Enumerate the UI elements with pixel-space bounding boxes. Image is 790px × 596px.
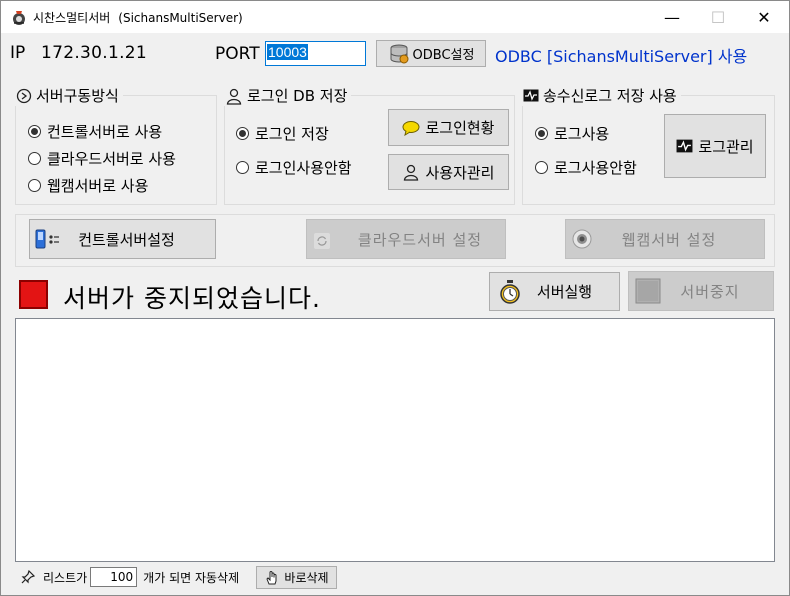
radio-login-off[interactable]: 로그인사용안함 bbox=[236, 157, 352, 178]
server-mode-title: 서버구동방식 bbox=[12, 85, 123, 106]
speech-bubble-icon bbox=[402, 120, 420, 136]
webcam-server-settings-button[interactable]: 웹캠서버 설정 bbox=[565, 219, 765, 259]
login-status-button[interactable]: 로그인현황 bbox=[388, 109, 509, 146]
window-title-main: 시찬스멀티서버 bbox=[33, 11, 111, 25]
comm-log-title: 송수신로그 저장 사용 bbox=[519, 85, 681, 106]
stopwatch-icon bbox=[500, 280, 520, 304]
control-server-settings-button[interactable]: 컨트롤서버설정 bbox=[29, 219, 216, 259]
window-title: 시찬스멀티서버 (SichansMultiServer) bbox=[33, 9, 243, 26]
radio-login-save[interactable]: 로그인 저장 bbox=[236, 123, 329, 144]
refresh-icon bbox=[314, 233, 330, 249]
radio-log-use-dot[interactable] bbox=[535, 127, 548, 140]
auto-delete-count-input[interactable]: 100 bbox=[90, 567, 138, 587]
radio-cloud-server[interactable]: 클라우드서버로 사용 bbox=[28, 148, 176, 169]
pin-icon bbox=[21, 570, 35, 584]
port-input[interactable]: 10003 bbox=[265, 41, 366, 66]
hand-icon bbox=[266, 570, 277, 584]
log-management-label: 로그관리 bbox=[698, 137, 754, 156]
radio-login-off-label: 로그인사용안함 bbox=[255, 159, 352, 177]
minimize-button[interactable]: — bbox=[649, 1, 695, 33]
login-status-label: 로그인현황 bbox=[425, 119, 495, 137]
radio-login-save-label: 로그인 저장 bbox=[255, 125, 329, 143]
app-icon bbox=[13, 11, 25, 25]
play-circle-icon bbox=[16, 88, 32, 103]
footer-row: 리스트가 100 개가 되면 자동삭제 bbox=[21, 567, 239, 587]
port-value: 10003 bbox=[267, 44, 308, 60]
control-server-settings-label: 컨트롤서버설정 bbox=[78, 230, 175, 249]
odbc-info: ODBC [SichansMultiServer] 사용 bbox=[495, 47, 748, 66]
user-management-button[interactable]: 사용자관리 bbox=[388, 154, 509, 190]
radio-login-off-dot[interactable] bbox=[236, 161, 249, 174]
odbc-settings-label: ODBC설정 bbox=[412, 48, 475, 63]
footer-suffix: 개가 되면 자동삭제 bbox=[143, 570, 240, 585]
cloud-server-settings-label: 클라우드서버 설정 bbox=[357, 230, 483, 249]
server-stop-button[interactable]: 서버중지 bbox=[628, 271, 774, 311]
user-icon bbox=[404, 164, 419, 181]
log-management-button[interactable]: 로그관리 bbox=[664, 114, 766, 178]
server-mode-group: 서버구동방식 컨트롤서버로 사용 클라우드서버로 사용 웹캠서버로 사용 bbox=[12, 85, 217, 205]
radio-webcam-server-label: 웹캠서버로 사용 bbox=[47, 177, 149, 195]
radio-webcam-server[interactable]: 웹캠서버로 사용 bbox=[28, 175, 148, 196]
ip-label: IP bbox=[10, 43, 26, 63]
radio-webcam-server-dot[interactable] bbox=[28, 179, 41, 192]
server-run-button[interactable]: 서버실행 bbox=[489, 272, 620, 311]
status-text: 서버가 중지되었습니다. bbox=[63, 284, 321, 313]
radio-control-server-label: 컨트롤서버로 사용 bbox=[47, 123, 163, 141]
status-indicator bbox=[19, 280, 48, 309]
stop-icon bbox=[635, 278, 661, 304]
comm-log-title-text: 송수신로그 저장 사용 bbox=[543, 87, 677, 105]
database-icon bbox=[390, 44, 409, 63]
radio-log-use-label: 로그사용 bbox=[554, 125, 610, 143]
footer-prefix: 리스트가 bbox=[43, 570, 88, 585]
login-db-title: 로그인 DB 저장 bbox=[221, 85, 352, 106]
window-title-sub: (SichansMultiServer) bbox=[118, 11, 243, 25]
remote-control-icon bbox=[35, 229, 59, 249]
login-db-title-text: 로그인 DB 저장 bbox=[247, 87, 348, 105]
radio-control-server-dot[interactable] bbox=[28, 125, 41, 138]
webcam-server-settings-label: 웹캠서버 설정 bbox=[621, 230, 717, 249]
comm-log-group: 송수신로그 저장 사용 로그사용 로그사용안함 로그관리 bbox=[519, 85, 775, 205]
radio-log-off-dot[interactable] bbox=[535, 161, 548, 174]
delete-now-button[interactable]: 바로삭제 bbox=[256, 566, 337, 589]
user-management-label: 사용자관리 bbox=[425, 163, 495, 182]
radio-log-off[interactable]: 로그사용안함 bbox=[535, 157, 637, 178]
radio-login-save-dot[interactable] bbox=[236, 127, 249, 140]
heartbeat-icon bbox=[523, 89, 539, 102]
maximize-button[interactable]: ☐ bbox=[695, 1, 741, 33]
port-label: PORT bbox=[215, 44, 260, 64]
radio-control-server[interactable]: 컨트롤서버로 사용 bbox=[28, 121, 162, 142]
ip-value: 172.30.1.21 bbox=[41, 43, 148, 63]
user-icon bbox=[226, 88, 242, 105]
heartbeat-icon bbox=[676, 139, 693, 153]
login-db-group: 로그인 DB 저장 로그인 저장 로그인사용안함 로그인현황 사용자관리 bbox=[221, 85, 515, 205]
odbc-settings-button[interactable]: ODBC설정 bbox=[376, 40, 486, 67]
log-list[interactable] bbox=[15, 318, 775, 562]
server-stop-label: 서버중지 bbox=[680, 282, 740, 301]
radio-log-use[interactable]: 로그사용 bbox=[535, 123, 609, 144]
radio-log-off-label: 로그사용안함 bbox=[554, 159, 637, 177]
radio-cloud-server-dot[interactable] bbox=[28, 152, 41, 165]
cloud-server-settings-button[interactable]: 클라우드서버 설정 bbox=[306, 219, 506, 259]
app-window: 시찬스멀티서버 (SichansMultiServer) — ☐ ✕ IP 172… bbox=[0, 0, 790, 596]
webcam-icon bbox=[572, 229, 592, 249]
radio-cloud-server-label: 클라우드서버로 사용 bbox=[47, 150, 176, 168]
server-mode-title-text: 서버구동방식 bbox=[36, 87, 119, 105]
delete-now-label: 바로삭제 bbox=[284, 571, 329, 585]
title-bar: 시찬스멀티서버 (SichansMultiServer) — ☐ ✕ bbox=[1, 1, 789, 33]
close-button[interactable]: ✕ bbox=[741, 1, 787, 33]
server-run-label: 서버실행 bbox=[536, 283, 593, 301]
